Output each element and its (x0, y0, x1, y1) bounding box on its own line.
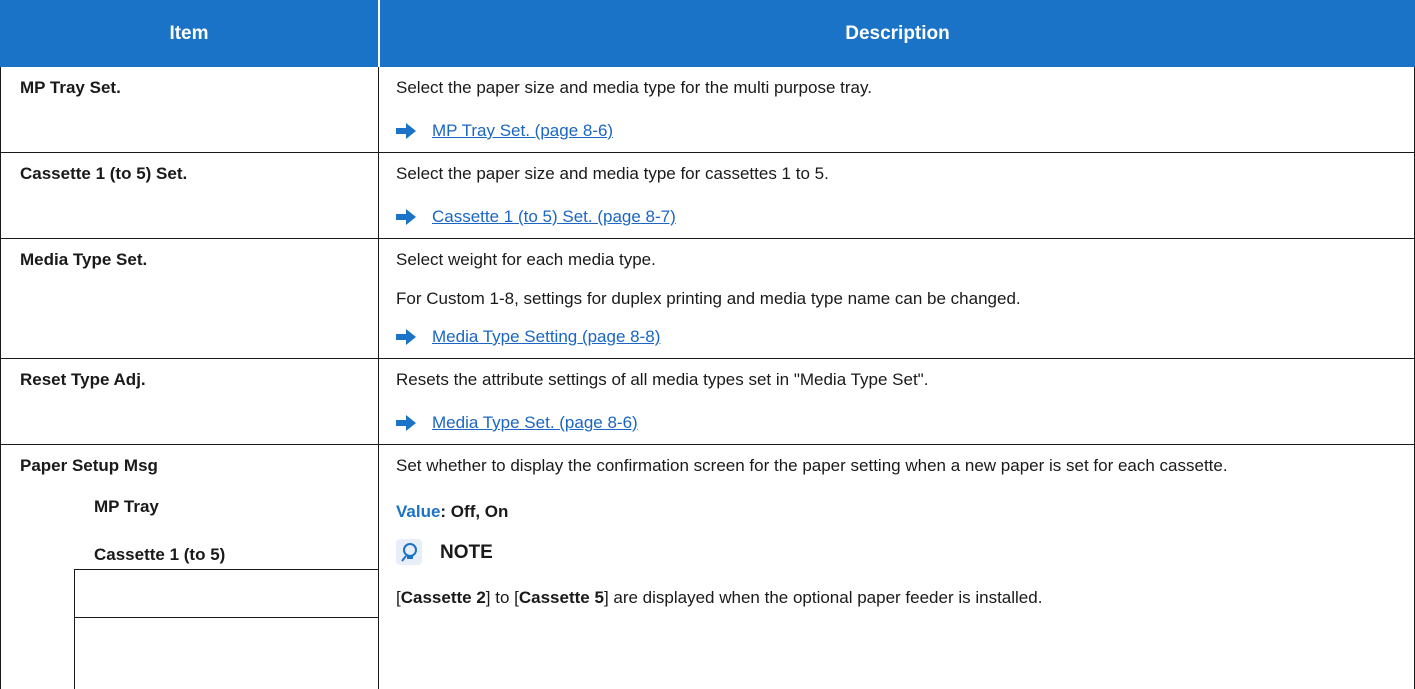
subrow-divider (74, 569, 379, 570)
row-divider (0, 152, 1415, 153)
description-text: Set whether to display the confirmation … (396, 456, 1228, 475)
link-media-type-set[interactable]: Media Type Set. (page 8-6) (432, 413, 638, 433)
row-divider (0, 238, 1415, 239)
note-text: [Cassette 2] to [Cassette 5] are display… (396, 588, 1042, 608)
value-label: Value (396, 502, 441, 521)
arrow-right-icon (396, 123, 416, 139)
link-mp-tray-set[interactable]: MP Tray Set. (page 8-6) (432, 121, 613, 141)
header-item: Item (0, 0, 380, 67)
item-reset-type-adj: Reset Type Adj. (20, 370, 146, 389)
link-media-type-setting[interactable]: Media Type Setting (page 8-8) (432, 327, 660, 347)
table-border-left (0, 67, 1, 689)
header-description: Description (380, 0, 1415, 67)
note-cassette-5: Cassette 5 (518, 588, 604, 607)
subitem-mp-tray: MP Tray (94, 497, 159, 516)
note-cassette-2: Cassette 2 (400, 588, 486, 607)
description-text: Resets the attribute settings of all med… (396, 370, 929, 389)
item-media-type-set: Media Type Set. (20, 250, 148, 269)
arrow-right-icon (396, 209, 416, 225)
arrow-right-icon (396, 329, 416, 345)
item-paper-setup-msg: Paper Setup Msg (20, 456, 158, 475)
item-cassette-set: Cassette 1 (to 5) Set. (20, 164, 188, 183)
note-lightbulb-icon (396, 539, 422, 565)
description-text: Select the paper size and media type for… (396, 164, 829, 183)
note-rest: ] are displayed when the optional paper … (603, 588, 1043, 607)
row-divider (0, 358, 1415, 359)
subitem-cassette: Cassette 1 (to 5) (94, 545, 226, 564)
description-text: Select the paper size and media type for… (396, 78, 872, 97)
column-divider (378, 67, 379, 689)
description-text: Select weight for each media type. (396, 250, 656, 269)
table-header: Item Description (0, 0, 1415, 67)
value-text: : Off, On (440, 502, 509, 521)
note-mid: ] to [ (485, 588, 519, 607)
description-text-2: For Custom 1-8, settings for duplex prin… (396, 289, 1021, 308)
subitem-indent-divider (74, 569, 75, 689)
item-mp-tray-set: MP Tray Set. (20, 78, 121, 97)
arrow-right-icon (396, 415, 416, 431)
subrow-divider (74, 617, 379, 618)
settings-table: Item Description MP Tray Set. Select the… (0, 0, 1415, 689)
row-divider (0, 444, 1415, 445)
link-cassette-set[interactable]: Cassette 1 (to 5) Set. (page 8-7) (432, 207, 676, 227)
note-label: NOTE (440, 542, 493, 563)
value-line: Value: Off, On (396, 502, 508, 522)
